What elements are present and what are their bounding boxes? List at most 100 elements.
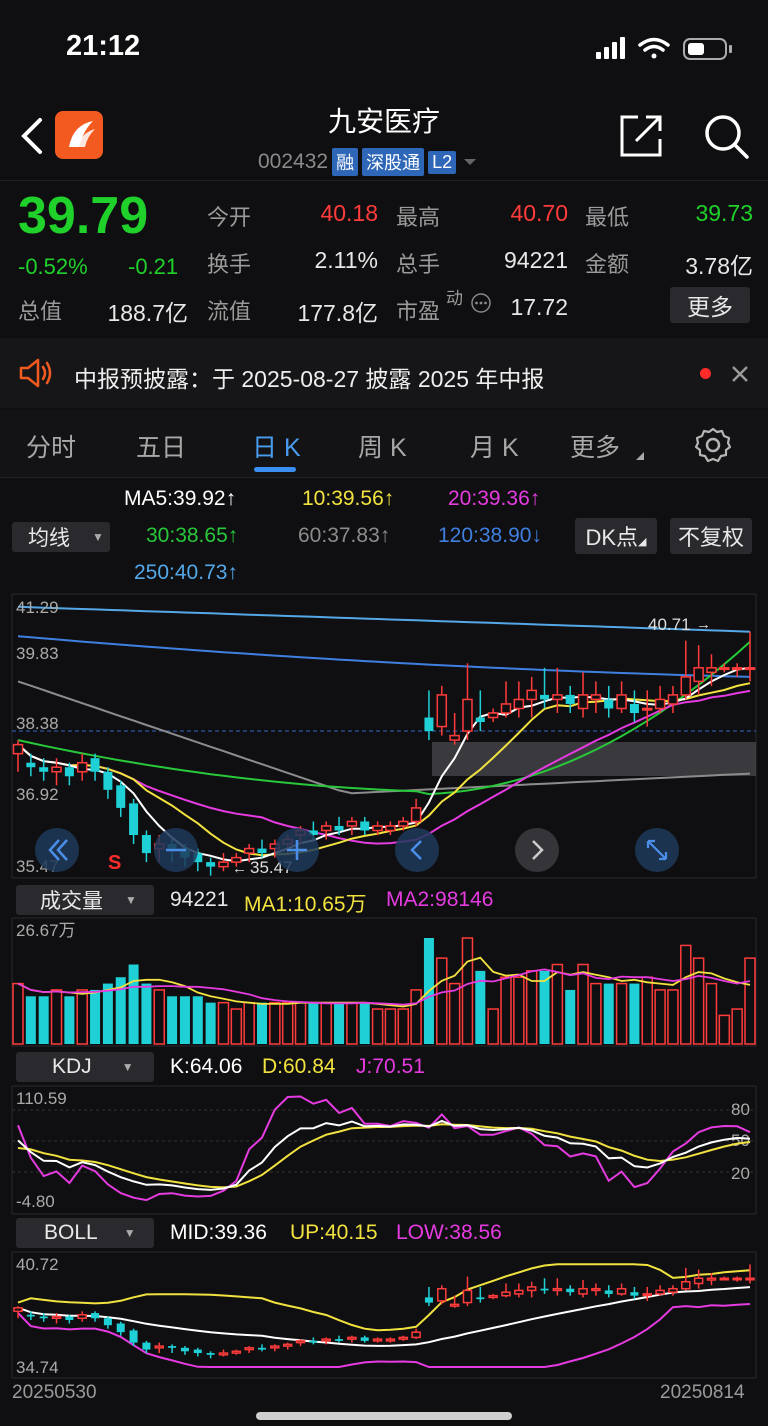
scroll-right-button[interactable] bbox=[515, 828, 559, 872]
boll-y-bottom: 34.74 bbox=[16, 1358, 59, 1377]
candle-body bbox=[604, 1290, 613, 1294]
volume-label: 总手 bbox=[396, 252, 441, 277]
clock: 21:12 bbox=[66, 30, 141, 62]
tab-weekly-k[interactable]: 周 K bbox=[358, 428, 407, 464]
tab-monthly-k[interactable]: 月 K bbox=[470, 428, 519, 464]
boll-selector[interactable]: BOLL ▼ bbox=[16, 1218, 154, 1248]
volume-bar bbox=[744, 957, 756, 1045]
candle-body bbox=[732, 1277, 742, 1281]
y-tick-1: 39.83 bbox=[16, 644, 59, 663]
kdj-level-80: 80 bbox=[731, 1100, 750, 1119]
volume-bar bbox=[294, 1001, 307, 1045]
kdj-selector[interactable]: KDJ ▼ bbox=[16, 1052, 154, 1082]
boll-low: LOW:38.56 bbox=[396, 1221, 502, 1244]
volume-bar bbox=[179, 996, 190, 1044]
candle-body bbox=[566, 1288, 575, 1293]
candle-body bbox=[218, 1352, 229, 1356]
kdj-j-line bbox=[17, 1095, 751, 1202]
candle-body bbox=[731, 667, 743, 671]
candle-body bbox=[642, 1293, 653, 1297]
candle-body bbox=[616, 1287, 627, 1295]
speaker-icon bbox=[19, 358, 52, 388]
volume-bar bbox=[565, 989, 576, 1044]
boll-mid-line bbox=[17, 1286, 751, 1347]
candle-body bbox=[346, 820, 358, 827]
candle-body bbox=[436, 694, 448, 728]
volume-bar bbox=[590, 982, 602, 1045]
zoom-out-button[interactable] bbox=[154, 828, 198, 872]
fullscreen-button[interactable] bbox=[635, 828, 679, 872]
boll-low-line bbox=[17, 1303, 751, 1368]
candle-body bbox=[103, 771, 113, 790]
boll-chart[interactable]: 40.72 34.74 bbox=[0, 1250, 768, 1380]
candle-body bbox=[449, 1303, 460, 1307]
volume-bar bbox=[629, 983, 640, 1044]
candle-body bbox=[347, 1336, 357, 1340]
scroll-first-button[interactable] bbox=[35, 828, 79, 872]
low-label: 最低 bbox=[585, 205, 630, 230]
volume-bar bbox=[141, 983, 152, 1044]
volume-ma1-line bbox=[17, 956, 751, 1008]
boll-up: UP:40.15 bbox=[290, 1221, 378, 1244]
notice-text: 中报预披露：于 2025-08-27 披露 2025 年中报 bbox=[74, 366, 545, 392]
volume-bar bbox=[50, 989, 63, 1045]
kdj-d: D:60.84 bbox=[262, 1055, 336, 1078]
candle-body bbox=[129, 1330, 138, 1343]
more-button[interactable]: 更多 bbox=[670, 287, 750, 323]
candle-body bbox=[231, 1350, 242, 1354]
candle-body bbox=[744, 667, 756, 671]
dk-point-button[interactable]: DK点 ◢ bbox=[575, 518, 657, 554]
scroll-left-button[interactable] bbox=[395, 828, 439, 872]
volume-ma2: MA2:98146 bbox=[386, 888, 494, 911]
volume-bar bbox=[718, 1014, 731, 1045]
chevron-down-icon[interactable] bbox=[460, 155, 480, 169]
candle-body bbox=[39, 767, 49, 772]
volume-bar bbox=[654, 989, 666, 1045]
signal-icon bbox=[596, 37, 625, 59]
candle-body bbox=[462, 1289, 473, 1304]
candle-body bbox=[668, 1287, 678, 1293]
search-icon[interactable] bbox=[702, 112, 750, 160]
volume-bar bbox=[269, 1001, 281, 1045]
ma10-value: 10:39.56↑ bbox=[302, 487, 395, 510]
y-tick-2: 38.38 bbox=[16, 714, 59, 733]
candle-body bbox=[116, 785, 126, 808]
tab-more[interactable]: 更多 bbox=[570, 428, 620, 464]
pe-sup: 动 bbox=[446, 289, 463, 308]
candle-body bbox=[449, 734, 460, 741]
ma-selector[interactable]: 均线 ▼ bbox=[12, 522, 110, 552]
candle-body bbox=[270, 1345, 280, 1349]
last-price: 39.79 bbox=[18, 187, 149, 245]
candle-body bbox=[591, 1287, 601, 1292]
tab-intraday[interactable]: 分时 bbox=[26, 428, 76, 464]
tab-daily-k[interactable]: 日 K bbox=[252, 428, 301, 464]
kline-chart[interactable]: 41.29 39.83 38.38 36.92 35.47 40.71 → ← … bbox=[0, 592, 768, 882]
close-icon[interactable] bbox=[730, 364, 750, 384]
candle-body bbox=[258, 1347, 266, 1350]
candle-body bbox=[719, 1277, 730, 1281]
kdj-chart[interactable]: 110.59 -4.80 80 50 20 bbox=[0, 1084, 768, 1216]
zoom-in-button[interactable] bbox=[275, 828, 319, 872]
unread-dot bbox=[700, 368, 711, 379]
tab-five-day[interactable]: 五日 bbox=[136, 428, 186, 464]
volume-bar bbox=[551, 963, 564, 1045]
ma60-value: 60:37.83↑ bbox=[298, 524, 391, 547]
share-icon[interactable] bbox=[618, 113, 664, 159]
kdj-level-20: 20 bbox=[731, 1164, 750, 1183]
volume-selector[interactable]: 成交量 ▼ bbox=[16, 885, 154, 915]
candle-body bbox=[26, 1314, 35, 1317]
date-end: 20250814 bbox=[660, 1382, 745, 1403]
candle-body bbox=[295, 1340, 306, 1344]
candle-body bbox=[552, 1287, 563, 1292]
candle-body bbox=[745, 1277, 755, 1281]
volume-bar bbox=[257, 1002, 267, 1044]
candle-body bbox=[577, 694, 589, 710]
gear-icon[interactable] bbox=[694, 426, 732, 464]
kdj-selector-label: KDJ bbox=[52, 1055, 92, 1078]
no-adjust-button[interactable]: 不复权 bbox=[670, 518, 752, 554]
volume-y-top: 26.67万 bbox=[16, 921, 76, 940]
ma5-value: MA5:39.92↑ bbox=[124, 487, 237, 510]
volume-bar bbox=[76, 989, 88, 1045]
candle-body bbox=[168, 1346, 177, 1348]
volume-chart[interactable]: 26.67万 bbox=[0, 916, 768, 1048]
